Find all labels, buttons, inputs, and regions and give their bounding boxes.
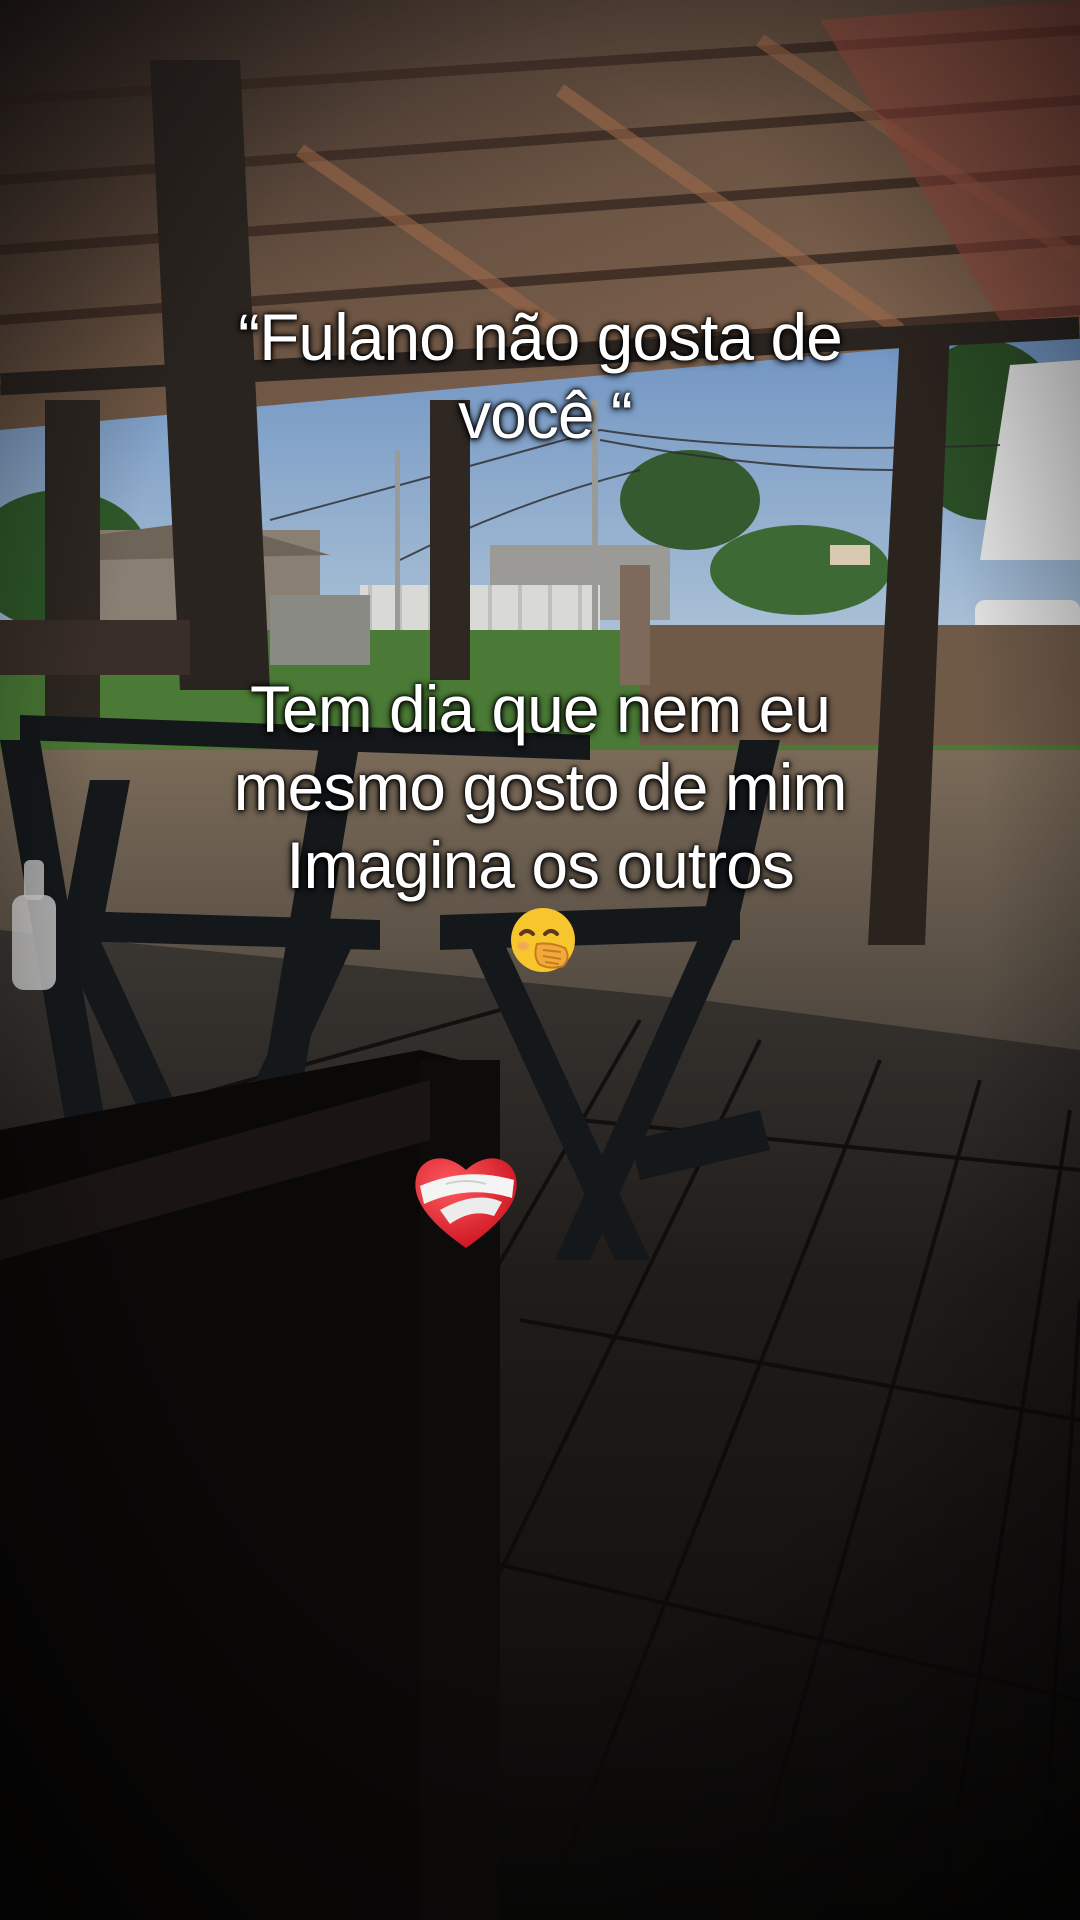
body-line-3: Imagina os outros [0,826,1080,992]
mending-heart-icon [406,1140,526,1260]
face-with-hand-over-mouth-icon [6,904,1080,992]
photo-scene: “Fulano não gosta de você “ Tem dia que … [0,0,1080,1920]
quote-line-2: você “ [458,378,633,452]
quote-line-1: “Fulano não gosta de [238,300,843,374]
body-line-3-text: Imagina os outros [286,828,795,902]
body-caption: Tem dia que nem eu mesmo gosto de mim Im… [0,670,1080,992]
body-line-1: Tem dia que nem eu [249,672,831,746]
body-line-2: mesmo gosto de mim [233,750,848,824]
quote-caption: “Fulano não gosta de você “ [0,298,1080,454]
